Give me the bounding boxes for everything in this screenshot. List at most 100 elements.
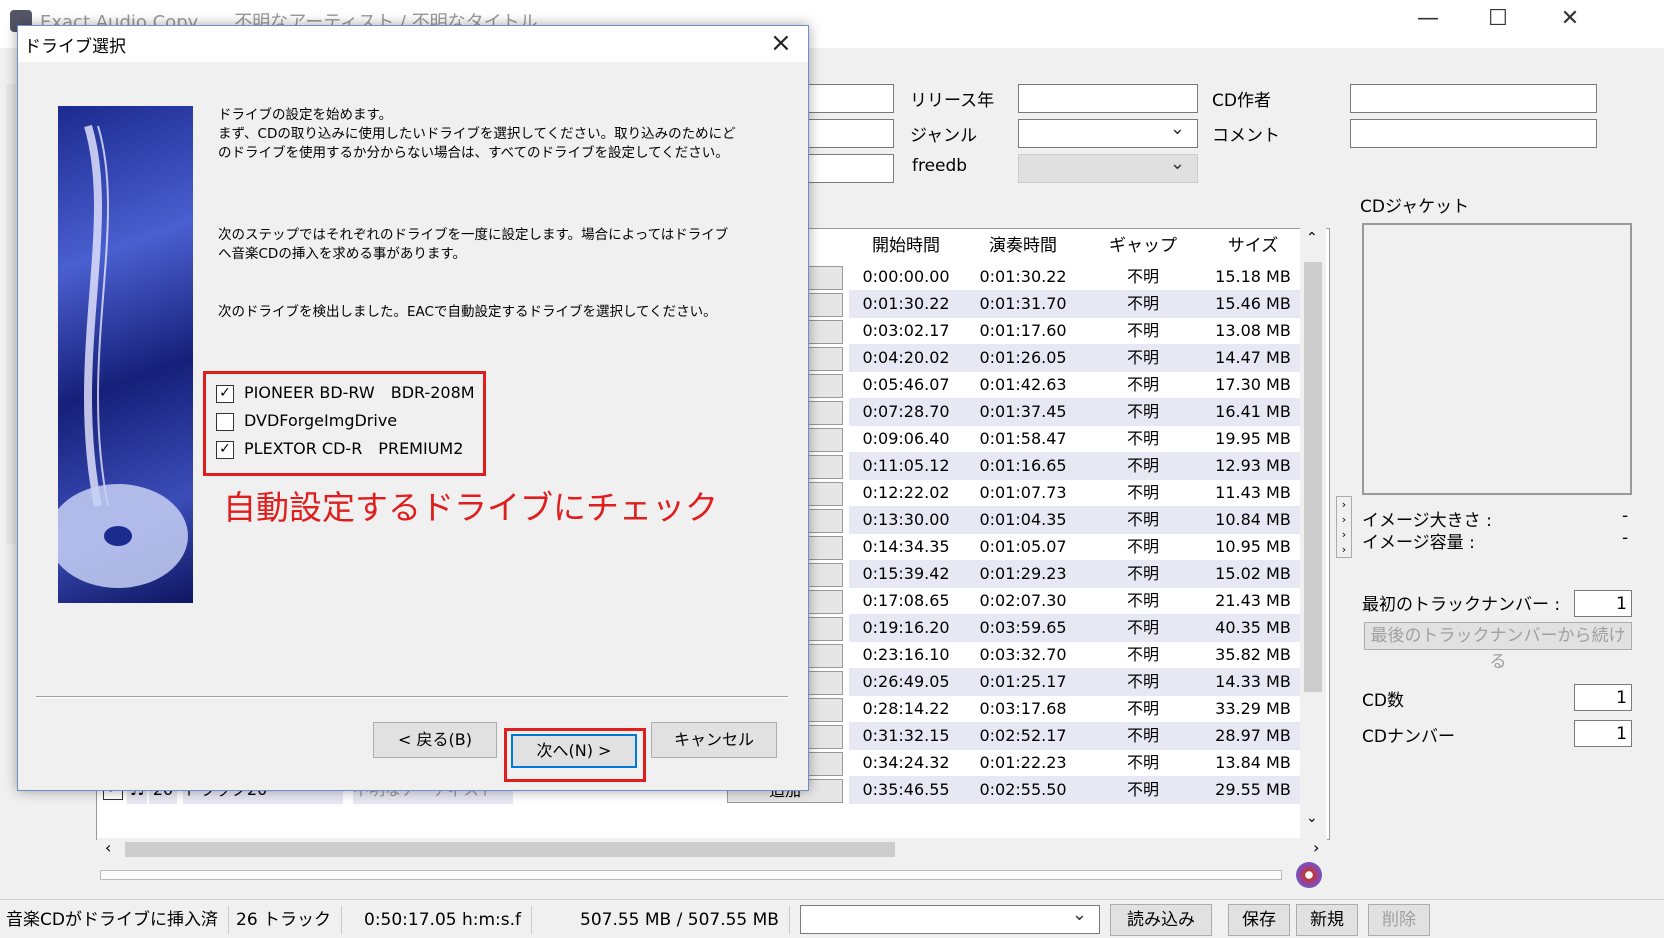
left-toolbar-strip xyxy=(6,84,16,544)
scroll-up-icon[interactable]: ⌃ xyxy=(1306,230,1318,246)
drive-name-3: PLEXTOR CD-R PREMIUM2 xyxy=(244,439,464,458)
start-time-cell: 0:15:39.42 xyxy=(849,560,963,588)
start-time-cell: 0:28:14.22 xyxy=(862,699,950,718)
delete-button[interactable]: 削除 xyxy=(1368,904,1430,936)
drive-item-2[interactable]: DVDForgeImgDrive xyxy=(216,408,397,434)
save-button[interactable]: 保存 xyxy=(1228,904,1290,936)
length-cell: 0:01:05.07 xyxy=(979,537,1067,556)
size-cell: 16.41 MB xyxy=(1203,398,1303,426)
gap-cell: 不明 xyxy=(1083,668,1203,696)
drive-item-1[interactable]: ✓ PIONEER BD-RW BDR-208M xyxy=(216,380,475,406)
album-field-tail-3[interactable] xyxy=(800,154,894,183)
gap-cell: 不明 xyxy=(1083,776,1203,804)
gap-cell: 不明 xyxy=(1083,398,1203,426)
cd-number-field[interactable]: 1 xyxy=(1574,720,1632,747)
drive-select-dialog: ドライブ選択 × ドライブの設定を始めます。 まず、CDの取り込みに使用したいド… xyxy=(17,25,809,791)
dialog-close-icon[interactable]: × xyxy=(770,28,792,58)
first-track-label: 最初のトラックナンバー : xyxy=(1362,595,1561,615)
size-cell: 40.35 MB xyxy=(1203,614,1303,642)
first-track-field[interactable]: 1 xyxy=(1574,590,1632,617)
back-button[interactable]: < 戻る(B) xyxy=(373,722,497,758)
column-header-start[interactable]: 開始時間 xyxy=(849,229,964,263)
close-button[interactable]: ✕ xyxy=(1540,6,1600,31)
new-button[interactable]: 新規 xyxy=(1296,904,1358,936)
position-slider[interactable] xyxy=(100,870,1282,880)
length-cell: 0:01:42.63 xyxy=(979,375,1067,394)
table-horizontal-scrollbar[interactable]: ‹ › xyxy=(97,838,1327,860)
size-cell: 13.08 MB xyxy=(1215,321,1291,340)
size-cell: 11.43 MB xyxy=(1215,483,1291,502)
length-cell: 0:01:04.35 xyxy=(963,506,1083,534)
drive-checkbox-1[interactable]: ✓ xyxy=(216,384,234,403)
drive-name-2: DVDForgeImgDrive xyxy=(244,411,398,430)
cd-jacket-image[interactable] xyxy=(1362,223,1632,495)
gap-cell: 不明 xyxy=(1083,344,1203,372)
length-cell: 0:02:55.50 xyxy=(963,776,1083,804)
drive-checkbox-3[interactable]: ✓ xyxy=(216,440,234,459)
gap-cell: 不明 xyxy=(1126,645,1159,664)
cancel-button[interactable]: キャンセル xyxy=(651,722,777,758)
column-header-size[interactable]: サイズ xyxy=(1203,229,1304,263)
gap-cell: 不明 xyxy=(1083,452,1203,480)
genre-dropdown[interactable] xyxy=(1018,118,1198,148)
length-cell: 0:02:07.30 xyxy=(979,591,1067,610)
length-cell: 0:01:16.65 xyxy=(963,452,1083,480)
freedb-label: freedb xyxy=(912,156,968,176)
album-field-tail-1[interactable] xyxy=(800,84,894,113)
cd-count-label: CD数 xyxy=(1362,691,1404,711)
size-cell: 29.55 MB xyxy=(1203,776,1303,804)
length-cell: 0:01:37.45 xyxy=(963,398,1083,426)
dialog-separator xyxy=(36,696,788,698)
freedb-dropdown xyxy=(1018,153,1198,183)
length-cell: 0:01:31.70 xyxy=(963,290,1083,318)
drive-item-3[interactable]: ✓ PLEXTOR CD-R PREMIUM2 xyxy=(216,436,463,462)
size-cell: 19.95 MB xyxy=(1215,429,1291,448)
scroll-right-icon[interactable]: › xyxy=(1313,838,1319,857)
horizontal-scroll-thumb[interactable] xyxy=(125,842,895,857)
start-time-cell: 0:00:00.00 xyxy=(862,267,950,286)
vertical-scroll-thumb[interactable] xyxy=(1304,262,1322,692)
gap-cell: 不明 xyxy=(1083,722,1203,750)
continue-numbering-button[interactable]: 最後のトラックナンバーから続ける xyxy=(1364,622,1632,672)
duration-text: 0:50:17.05 h:m:s.f xyxy=(364,906,533,934)
minimize-button[interactable]: — xyxy=(1398,6,1458,31)
size-cell: 21.43 MB xyxy=(1215,591,1291,610)
cd-author-field[interactable] xyxy=(1350,84,1597,113)
release-year-field[interactable] xyxy=(1018,84,1198,113)
start-time-cell: 0:31:32.15 xyxy=(849,722,963,750)
start-time-cell: 0:12:22.02 xyxy=(862,483,950,502)
gap-cell: 不明 xyxy=(1083,290,1203,318)
gap-cell: 不明 xyxy=(1126,591,1159,610)
gap-cell: 不明 xyxy=(1126,429,1159,448)
drive-checkbox-2[interactable] xyxy=(216,412,234,431)
start-time-cell: 0:17:08.65 xyxy=(862,591,950,610)
wizard-artwork-image xyxy=(48,106,193,603)
size-cell: 17.30 MB xyxy=(1215,375,1291,394)
cd-count-field[interactable]: 1 xyxy=(1574,684,1632,711)
gap-cell: 不明 xyxy=(1126,537,1159,556)
guitar-disc-illustration xyxy=(48,124,188,588)
column-header-gap[interactable]: ギャップ xyxy=(1083,229,1204,263)
album-field-tail-2[interactable] xyxy=(800,119,894,148)
status-bar: 音楽CDがドライブに挿入済 26 トラック 0:50:17.05 h:m:s.f… xyxy=(0,899,1664,938)
read-button[interactable]: 読み込み xyxy=(1110,904,1212,936)
comment-field[interactable] xyxy=(1350,119,1597,148)
gap-cell: 不明 xyxy=(1126,699,1159,718)
size-cell: 28.97 MB xyxy=(1203,722,1303,750)
gap-cell: 不明 xyxy=(1083,614,1203,642)
length-cell: 0:01:26.05 xyxy=(963,344,1083,372)
length-cell: 0:01:58.47 xyxy=(979,429,1067,448)
scroll-left-icon[interactable]: ‹ xyxy=(105,838,111,857)
intro-text: ドライブの設定を始めます。 xyxy=(218,107,393,123)
dialog-title-bar: ドライブ選択 × xyxy=(18,26,808,62)
next-button[interactable]: 次へ(N) > xyxy=(511,734,637,768)
start-time-cell: 0:34:24.32 xyxy=(862,753,950,772)
status-dropdown[interactable] xyxy=(800,904,1100,934)
column-header-length[interactable]: 演奏時間 xyxy=(963,229,1084,263)
jacket-expand-arrows[interactable]: › › › › xyxy=(1336,496,1352,558)
cd-number-label: CDナンバー xyxy=(1362,727,1455,747)
scroll-down-icon[interactable]: ⌄ xyxy=(1306,810,1318,826)
maximize-button[interactable]: ☐ xyxy=(1468,6,1528,31)
start-time-cell: 0:13:30.00 xyxy=(849,506,963,534)
table-vertical-scrollbar[interactable]: ⌃ ⌄ xyxy=(1300,228,1326,838)
